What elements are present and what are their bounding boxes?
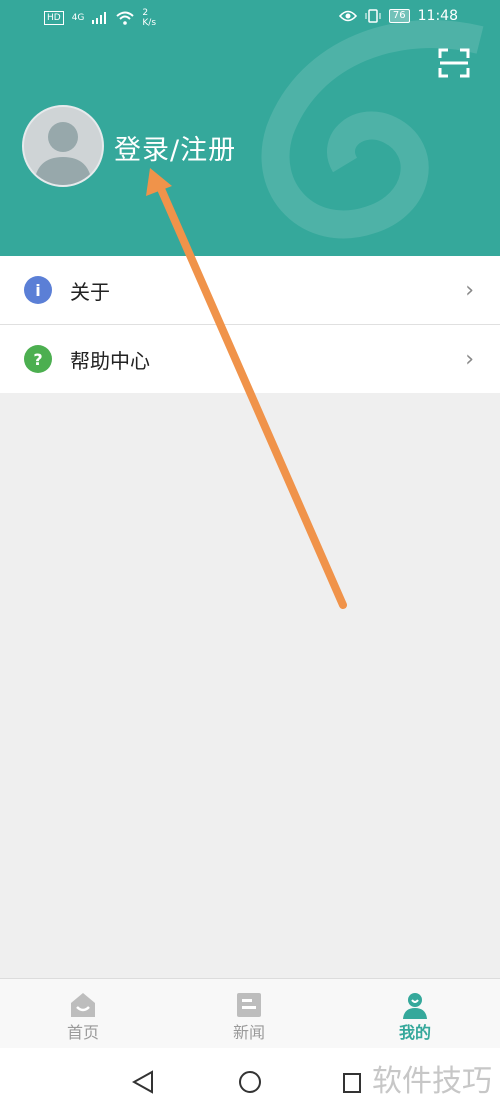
avatar[interactable] [22, 105, 104, 187]
help-icon: ? [24, 345, 52, 373]
status-bar: HD 4G 2 K/s 76 11:48 [0, 0, 500, 34]
profile-header: HD 4G 2 K/s 76 11:48 登录/注册 [0, 0, 500, 256]
news-icon [237, 993, 261, 1017]
tab-label: 首页 [66, 1023, 99, 1042]
menu-item-label: 帮助中心 [70, 348, 150, 373]
network-label: 4G [71, 13, 85, 23]
wifi-icon [116, 11, 135, 25]
menu-item-label: 关于 [70, 279, 110, 304]
chevron-right-icon: › [465, 346, 474, 372]
home-circle-icon[interactable] [238, 1070, 262, 1094]
vibrate-icon [365, 9, 381, 23]
watermark-text: 软件技巧 [372, 1064, 492, 1099]
speed-label: 2 K/s [142, 8, 157, 28]
info-icon: i [24, 276, 52, 304]
eye-icon [338, 10, 357, 22]
tab-label: 新闻 [232, 1023, 265, 1042]
chevron-right-icon: › [465, 277, 474, 303]
tab-news[interactable]: 新闻 [166, 979, 332, 1049]
menu-item-about[interactable]: i 关于 › [0, 256, 500, 324]
tab-label: 我的 [398, 1023, 431, 1042]
tab-home[interactable]: 首页 [0, 979, 166, 1049]
battery-level: 76 [388, 9, 410, 23]
hd-badge: HD [44, 11, 64, 25]
signal-icon [92, 12, 107, 24]
scan-icon[interactable] [438, 48, 470, 78]
login-register-link[interactable]: 登录/注册 [114, 128, 236, 167]
back-icon[interactable] [132, 1070, 154, 1094]
menu-item-help-center[interactable]: ? 帮助中心 › [0, 325, 500, 393]
bottom-navigation: 首页 新闻 我的 [0, 978, 500, 1049]
clock: 11:48 [417, 8, 458, 24]
user-silhouette-icon [34, 122, 92, 185]
recents-icon[interactable] [342, 1072, 362, 1094]
tab-mine[interactable]: 我的 [332, 979, 498, 1049]
home-icon [71, 993, 95, 1017]
profile-icon [403, 993, 427, 1019]
